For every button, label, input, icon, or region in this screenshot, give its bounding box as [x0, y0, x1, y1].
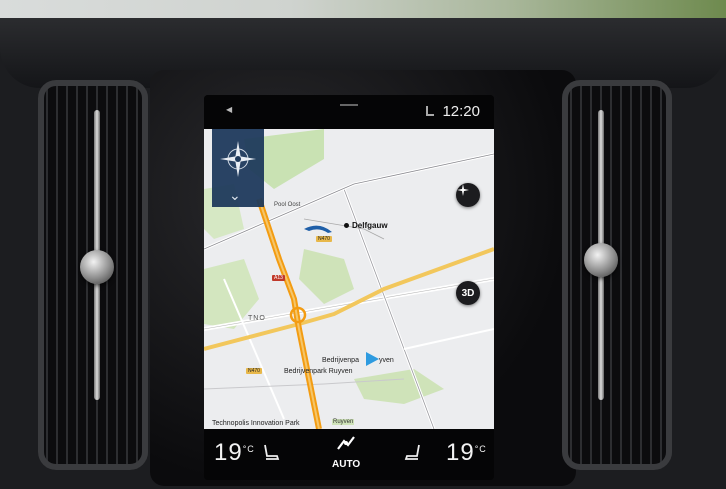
climate-bar: [204, 429, 494, 480]
road-badge-n470-lower: N470: [246, 368, 262, 374]
left-vent-knob: [80, 250, 114, 284]
back-arrow-icon[interactable]: ◀: [226, 105, 232, 114]
right-vent-knob: [584, 243, 618, 277]
place-label-technopolis: Technopolis Innovation Park: [212, 420, 300, 427]
map-orientation-button[interactable]: [456, 183, 480, 207]
place-label-bedrijvenpark-a: Bedrijvenpa: [322, 357, 359, 364]
right-air-vent: [562, 80, 672, 470]
center-display: ◀ 12:20 Delfgauw Pool Oost TNO Bedrijven…: [204, 95, 494, 480]
place-marker-dot: [344, 223, 349, 228]
place-label-delfgauw: Delfgauw: [352, 221, 388, 230]
place-label-bedrijvenpark-ruyven: Bedrijvenpark Ruyven: [284, 368, 353, 375]
place-label-ruyven: Ruyven: [332, 419, 355, 425]
map-3d-button[interactable]: 3D: [456, 281, 480, 305]
compass-rose-icon: [457, 184, 469, 196]
status-bar: ◀ 12:20: [204, 95, 494, 129]
pull-down-handle[interactable]: [340, 104, 358, 106]
place-label-tno: TNO: [248, 315, 266, 322]
road-badge-a13: A13: [272, 275, 285, 281]
chevron-down-icon[interactable]: ⌄: [229, 187, 241, 204]
place-label-bedrijvenpark-b: yven: [379, 357, 394, 364]
place-label-pool-oost: Pool Oost: [274, 202, 301, 208]
signal-icon: [426, 106, 434, 116]
vehicle-position-icon: [366, 352, 379, 366]
road-badge-n470: N470: [316, 236, 332, 242]
compass-icon[interactable]: [218, 139, 258, 179]
clock: 12:20: [442, 103, 480, 120]
